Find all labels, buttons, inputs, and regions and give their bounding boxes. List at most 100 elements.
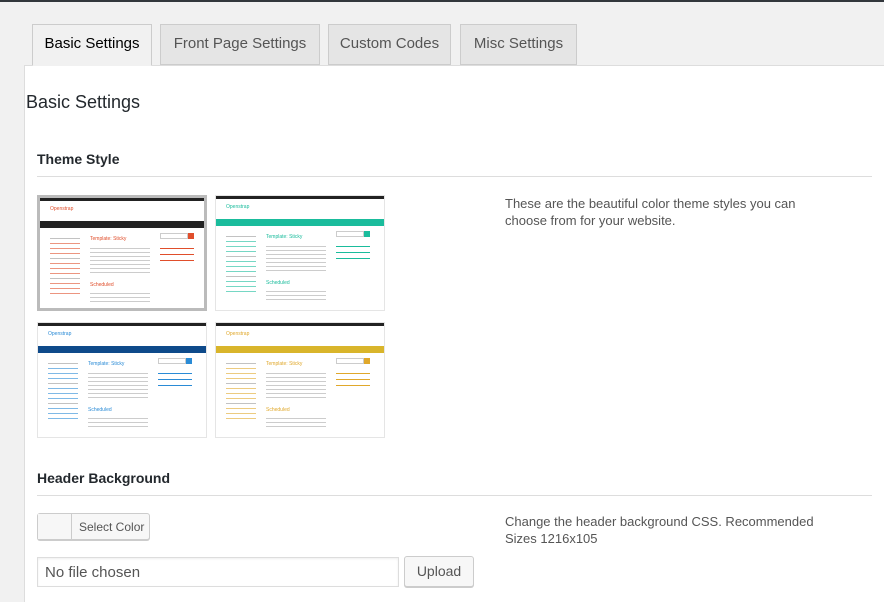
select-color-button[interactable]: Select Color (37, 513, 150, 540)
thumb-topbar (216, 196, 384, 199)
thumb-sidebar-line (48, 413, 78, 414)
theme-style-description: These are the beautiful color theme styl… (505, 196, 796, 228)
color-swatch (38, 514, 72, 539)
thumb-text-line (88, 393, 148, 394)
thumb-sidebar-line (50, 238, 80, 239)
settings-panel: Basic Settings Theme Style These are the… (24, 65, 884, 602)
thumb-text-line (90, 252, 150, 253)
thumb-search-button (188, 233, 194, 239)
upload-button[interactable]: Upload (404, 556, 474, 587)
tab-custom-codes[interactable]: Custom Codes (328, 24, 451, 65)
thumb-sidebar-line (226, 236, 256, 237)
thumb-text-line (90, 272, 150, 273)
thumb-sidebar-line (50, 253, 80, 254)
thumb-brand: Openstrap (226, 204, 250, 210)
thumb-nav (40, 221, 204, 228)
tab-misc-settings[interactable]: Misc Settings (460, 24, 577, 65)
thumb-post-title-2: Scheduled (88, 407, 112, 413)
thumb-nav (216, 346, 384, 353)
tab-front-page-settings[interactable]: Front Page Settings (160, 24, 320, 65)
thumb-text-line (266, 262, 326, 263)
thumb-text-line (88, 385, 148, 386)
thumb-text-line (266, 295, 326, 296)
page-title: Basic Settings (26, 92, 141, 112)
file-path-input[interactable]: No file chosen (37, 557, 399, 587)
thumb-sidebar-line (226, 276, 256, 277)
thumb-text-line (266, 299, 326, 300)
thumb-text-line (90, 268, 150, 269)
thumb-sidebar-line (226, 413, 256, 414)
thumb-search (336, 358, 364, 364)
thumb-post-title: Template: Sticky (266, 234, 303, 240)
thumb-sidebar-line (50, 268, 80, 269)
thumb-widget-line (336, 252, 370, 253)
thumb-post-title-2: Scheduled (266, 280, 290, 286)
thumb-widget-line (160, 260, 194, 261)
thumb-text-line (88, 418, 148, 419)
thumb-widget-line (160, 254, 194, 255)
thumb-sidebar-line (48, 393, 78, 394)
theme-thumbnail-teal-theme[interactable]: Openstrap Template: Sticky Scheduled (215, 195, 385, 311)
thumb-text-line (266, 397, 326, 398)
thumb-sidebar-line (226, 408, 256, 409)
thumb-text-line (90, 264, 150, 265)
thumb-sidebar-line (48, 378, 78, 379)
thumb-post-title: Template: Sticky (88, 361, 125, 367)
thumb-sidebar-line (226, 246, 256, 247)
divider (37, 495, 872, 496)
thumb-topbar (40, 198, 204, 201)
theme-thumbnail-blue-theme[interactable]: Openstrap Template: Sticky Scheduled (37, 322, 207, 438)
thumb-text-line (90, 256, 150, 257)
thumb-text-line (266, 291, 326, 292)
top-border (0, 0, 884, 2)
theme-thumbnail-yellow-theme[interactable]: Openstrap Template: Sticky Scheduled (215, 322, 385, 438)
thumb-sidebar-line (50, 278, 80, 279)
thumb-sidebar-line (50, 263, 80, 264)
thumb-post-title-2: Scheduled (266, 407, 290, 413)
thumb-sidebar-line (48, 398, 78, 399)
thumb-text-line (266, 426, 326, 427)
thumb-sidebar-line (48, 388, 78, 389)
thumb-text-line (266, 377, 326, 378)
thumb-widget-line (158, 379, 192, 380)
header-background-description: Change the header background CSS. Recomm… (505, 514, 814, 546)
thumb-text-line (266, 270, 326, 271)
thumb-widget-line (336, 258, 370, 259)
thumb-text-line (88, 373, 148, 374)
theme-thumbnail-red-theme[interactable]: Openstrap Template: Sticky Scheduled (37, 195, 207, 311)
thumb-search (158, 358, 186, 364)
thumb-sidebar-line (226, 363, 256, 364)
tab-basic-settings[interactable]: Basic Settings (32, 24, 152, 66)
thumb-sidebar-line (226, 266, 256, 267)
thumb-sidebar-line (226, 368, 256, 369)
header-background-title: Header Background (37, 470, 171, 486)
thumb-text-line (266, 250, 326, 251)
thumb-text-line (266, 266, 326, 267)
thumb-nav (216, 219, 384, 226)
thumb-sidebar-line (226, 256, 256, 257)
thumb-text-line (266, 254, 326, 255)
thumb-topbar (38, 323, 206, 326)
thumb-nav (38, 346, 206, 353)
thumb-widget-line (158, 373, 192, 374)
thumb-widget-line (336, 373, 370, 374)
thumb-sidebar-line (48, 363, 78, 364)
thumb-text-line (266, 389, 326, 390)
thumb-search-button (364, 231, 370, 237)
thumb-text-line (90, 301, 150, 302)
thumb-post-title: Template: Sticky (90, 236, 127, 242)
thumb-sidebar-line (48, 403, 78, 404)
thumb-brand: Openstrap (50, 206, 74, 212)
thumb-sidebar-line (226, 286, 256, 287)
thumb-sidebar-line (48, 418, 78, 419)
thumb-text-line (88, 426, 148, 427)
thumb-text-line (266, 381, 326, 382)
thumb-text-line (266, 393, 326, 394)
thumb-text-line (266, 373, 326, 374)
thumb-sidebar-line (48, 383, 78, 384)
thumb-sidebar-line (226, 271, 256, 272)
thumb-sidebar-line (50, 258, 80, 259)
thumb-sidebar-line (48, 368, 78, 369)
thumb-sidebar-line (226, 378, 256, 379)
thumb-sidebar-line (226, 373, 256, 374)
